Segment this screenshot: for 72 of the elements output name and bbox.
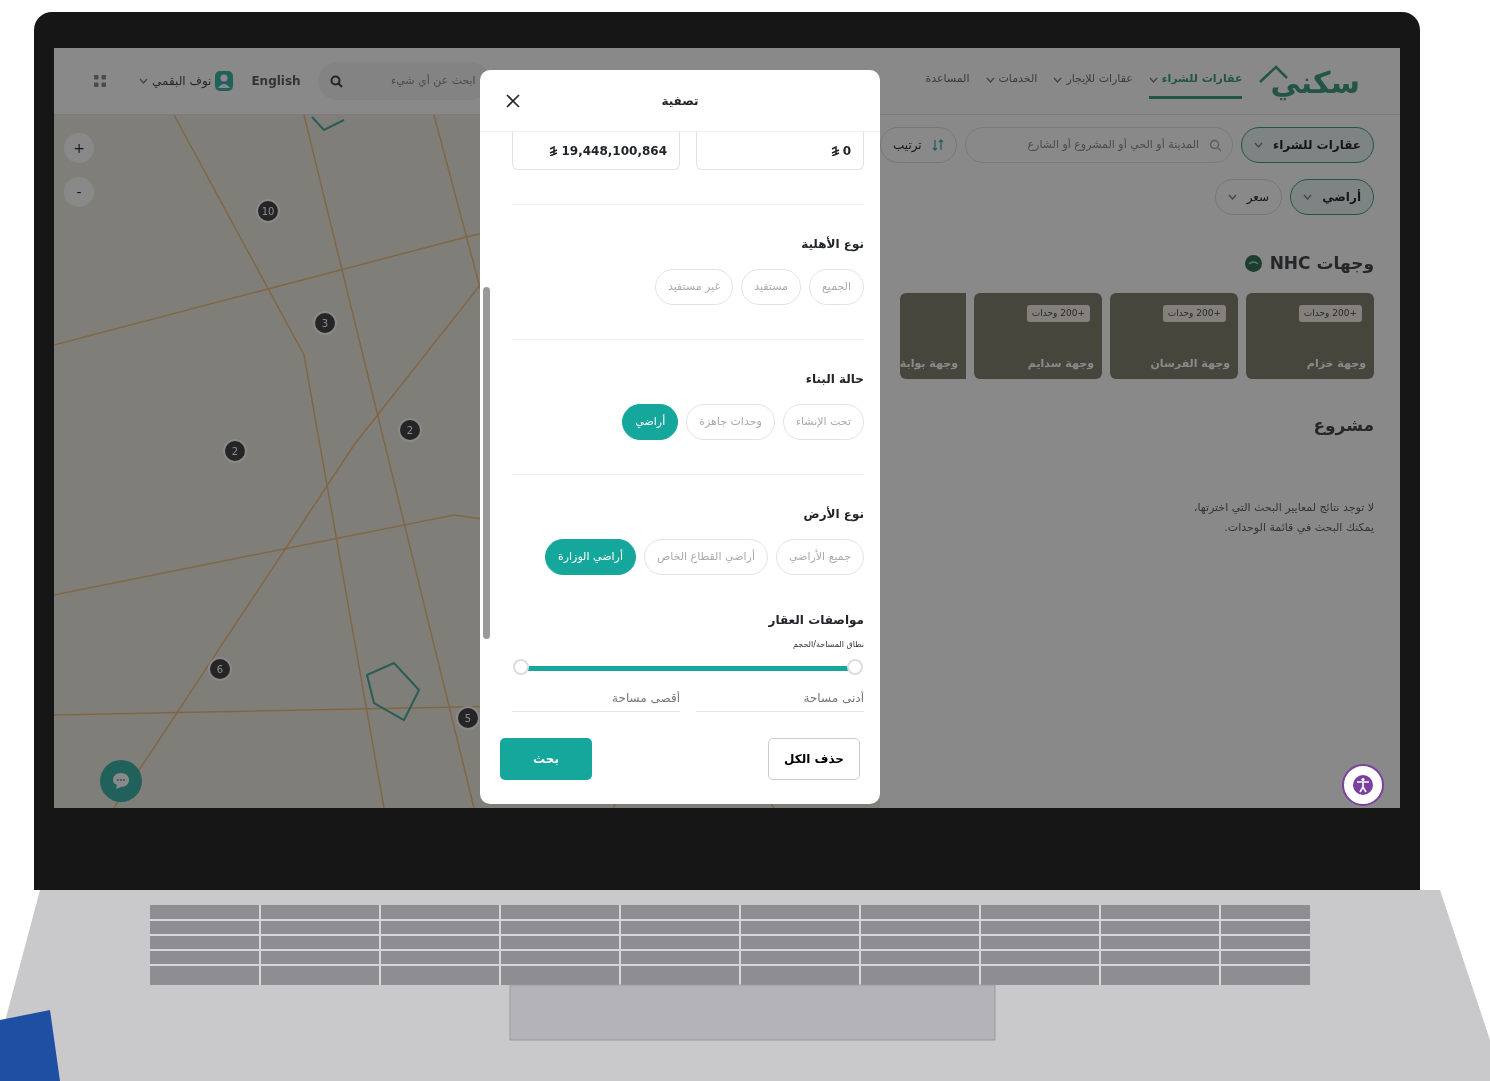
destination-card[interactable]: وجهة بوابة [900, 292, 966, 379]
empty-results-message: لا توجد نتائج لمعايير البحث التي اخترتها، يمكنك البحث في قائمة الوحدات. [1192, 500, 1374, 536]
chat-bubble-icon [111, 771, 131, 791]
nav-tab[interactable]: عقارات للشراء [1148, 63, 1243, 99]
nav-tab[interactable]: المساعدة [925, 63, 970, 99]
zoom-out-button[interactable]: - [64, 177, 94, 207]
search-icon [329, 74, 343, 88]
filter-group-title: نوع الأرض [802, 505, 864, 523]
sort-icon [931, 139, 944, 151]
filter-dropdown[interactable]: عقارات للشراء [1241, 127, 1374, 163]
filter-dropdown[interactable]: سعر [1214, 179, 1283, 215]
slider-thumb[interactable] [513, 659, 529, 675]
filter-option[interactable]: أراضي الوزارة [545, 539, 636, 575]
destination-name: وجهة الفرسان [1150, 356, 1230, 372]
slider-thumb[interactable] [847, 659, 863, 675]
user-menu[interactable]: نوف البقمي [138, 70, 235, 92]
filter-group-title: نوع الأهلية [800, 235, 864, 253]
filter-group-title: حالة البناء [804, 371, 864, 388]
price-field[interactable]: 19,448,100,864 [512, 132, 680, 170]
search-button[interactable]: بحث [500, 738, 592, 780]
accessibility-icon [1352, 774, 1374, 796]
accessibility-button[interactable] [1342, 764, 1384, 806]
map-cluster-marker[interactable]: 5 [456, 706, 480, 730]
close-icon [505, 93, 521, 109]
destination-card[interactable]: +200 وحدات وجهة سدايم [974, 292, 1102, 379]
section-heading: مشروع [1312, 413, 1374, 438]
filter-group-title: مواصفات العقار [767, 612, 864, 629]
filter-dropdown[interactable]: أراضي [1290, 179, 1374, 215]
caret-icon [139, 78, 148, 84]
range-label: نطاق المساحة/الحجم [791, 639, 864, 651]
map-cluster-marker[interactable]: 6 [208, 657, 232, 681]
destination-name: وجهة خزام [1306, 356, 1366, 372]
filter-option[interactable]: جميع الأراضي [775, 539, 864, 575]
map-cluster-marker[interactable]: 3 [313, 311, 337, 335]
sort-button[interactable]: ترتيب [880, 127, 957, 163]
destination-card[interactable]: +200 وحدات وجهة خزام [1246, 292, 1374, 379]
section-heading: وجهات NHC [1269, 252, 1374, 275]
range-slider[interactable] [512, 659, 864, 677]
search-icon [1209, 138, 1223, 152]
scrollbar-thumb[interactable] [483, 287, 490, 639]
destination-card[interactable]: +200 وحدات وجهة الفرسان [1110, 292, 1238, 379]
map-cluster-marker[interactable]: 2 [398, 418, 422, 442]
filter-option[interactable]: الجميع [808, 269, 864, 305]
destination-name: وجهة بوابة [899, 356, 958, 372]
map-cluster-marker[interactable]: 10 [256, 199, 280, 223]
price-field[interactable]: 0 [696, 132, 864, 170]
nav-tab[interactable]: الخدمات [985, 63, 1038, 99]
riyal-icon [830, 145, 840, 156]
filter-option[interactable]: مستفيد [741, 269, 801, 305]
language-link[interactable]: English [250, 71, 302, 91]
user-avatar-icon [215, 71, 234, 91]
filter-option[interactable]: وحدات جاهزة [686, 404, 775, 440]
unit-count-badge: +200 وحدات [1026, 304, 1090, 322]
nav-tab[interactable]: عقارات للإيجار [1053, 63, 1133, 99]
filter-option[interactable]: أراضي [622, 404, 679, 440]
unit-count-badge: +200 وحدات [1298, 304, 1362, 322]
filter-option[interactable]: غير مستفيد [654, 269, 734, 305]
destination-name: وجهة سدايم [1027, 356, 1094, 372]
clear-all-button[interactable]: حذف الكل [768, 738, 860, 780]
caret-icon [1303, 194, 1313, 200]
map-cluster-marker[interactable]: 2 [223, 439, 247, 463]
caret-icon [1254, 142, 1264, 148]
nhc-logo-icon [1244, 255, 1262, 273]
chat-button[interactable] [100, 760, 142, 802]
dialog-title: تصفية [661, 92, 699, 110]
apps-grid-icon [94, 75, 106, 87]
unit-count-badge: +200 وحدات [1162, 304, 1226, 322]
filter-option[interactable]: أراضي القطاع الخاص [643, 539, 768, 575]
zoom-in-button[interactable]: + [64, 133, 94, 163]
filter-option[interactable]: تحت الإنشاء [782, 404, 864, 440]
riyal-icon [549, 145, 559, 156]
caret-icon [1227, 194, 1237, 200]
